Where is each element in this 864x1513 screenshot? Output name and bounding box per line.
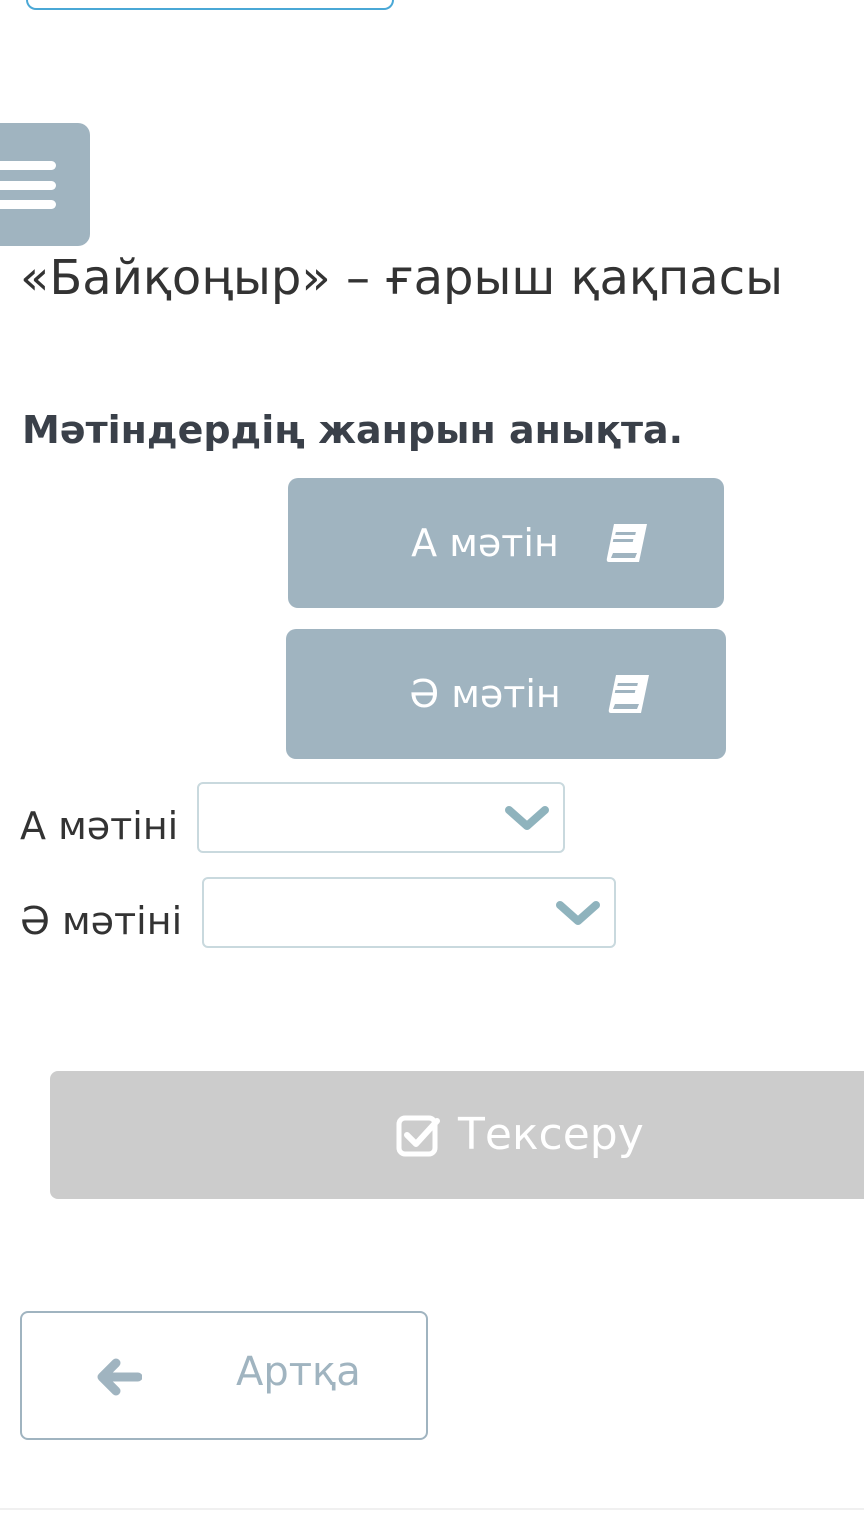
answer-ae-label: Ә мәтіні xyxy=(20,899,183,943)
check-label: Тексеру xyxy=(458,1109,644,1160)
menu-button[interactable] xyxy=(0,123,90,246)
divider xyxy=(0,1508,864,1510)
task-instruction: Мәтіндердің жанрын анықта. xyxy=(22,408,684,452)
page-title: «Байқоңыр» – ғарыш қақпасы xyxy=(20,250,784,306)
page: «Байқоңыр» – ғарыш қақпасы Мәтіндердің ж… xyxy=(0,0,864,1513)
chevron-down-icon xyxy=(505,806,549,830)
search-input[interactable] xyxy=(26,0,394,10)
answer-a-select[interactable] xyxy=(197,782,565,853)
checkbox-icon xyxy=(396,1115,440,1156)
check-button[interactable]: Тексеру xyxy=(50,1071,864,1199)
answer-a-label: А мәтіні xyxy=(20,804,179,848)
back-button[interactable]: Артқа xyxy=(20,1311,428,1440)
text-ae-button[interactable]: Ә мәтін xyxy=(286,629,726,759)
arrow-left-icon xyxy=(97,1358,142,1396)
text-ae-label: Ә мәтін xyxy=(409,672,561,716)
book-icon xyxy=(608,675,649,713)
book-icon xyxy=(606,524,647,562)
chevron-down-icon xyxy=(556,901,600,925)
back-label: Артқа xyxy=(236,1349,361,1395)
text-a-button[interactable]: А мәтін xyxy=(288,478,724,608)
answer-ae-select[interactable] xyxy=(202,877,616,948)
text-a-label: А мәтін xyxy=(411,521,559,565)
